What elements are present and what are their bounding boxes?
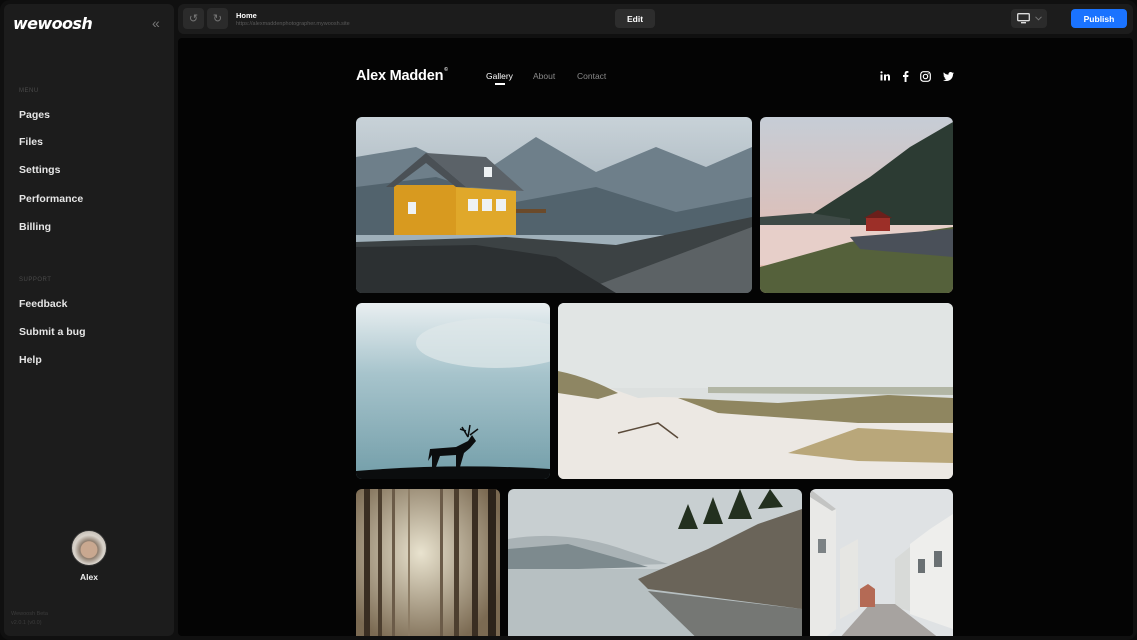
site-title-text: Alex Madden — [356, 68, 444, 84]
redo-button[interactable]: ↻ — [207, 8, 228, 29]
undo-button[interactable]: ↺ — [183, 8, 204, 29]
sidebar-item-feedback[interactable]: Feedback — [19, 298, 67, 310]
current-page-url[interactable]: https://alexmaddenphotographer.mywoosh.s… — [236, 21, 350, 27]
facebook-icon[interactable] — [899, 70, 911, 82]
gallery-photo-yellow-house[interactable] — [356, 117, 752, 293]
site-preview-canvas[interactable]: Alex Madden© Gallery About Contact — [178, 38, 1133, 636]
gallery-photo-red-cabin[interactable] — [760, 117, 953, 293]
gallery-photo-dunes[interactable] — [558, 303, 953, 479]
sidebar-item-submit-bug[interactable]: Submit a bug — [19, 326, 86, 338]
site-nav-contact[interactable]: Contact — [577, 71, 606, 81]
support-section-label: SUPPORT — [19, 277, 52, 283]
collapse-sidebar-icon[interactable]: « — [152, 16, 160, 30]
trademark-mark: © — [444, 67, 448, 73]
gallery-photo-forest[interactable] — [356, 489, 500, 636]
site-nav-gallery[interactable]: Gallery — [486, 71, 513, 81]
edit-button[interactable]: Edit — [615, 9, 655, 28]
sidebar-item-performance[interactable]: Performance — [19, 193, 83, 205]
user-name: Alex — [80, 572, 98, 582]
twitter-icon[interactable] — [942, 70, 954, 82]
active-nav-underline — [495, 83, 505, 85]
undo-icon: ↺ — [188, 13, 199, 25]
sidebar-item-settings[interactable]: Settings — [19, 164, 60, 176]
device-preview-select[interactable] — [1011, 9, 1047, 28]
top-bar: ↺ ↻ Home https://alexmaddenphotographer.… — [178, 4, 1133, 34]
gallery-photo-reindeer[interactable] — [356, 303, 550, 479]
gallery-photo-lake-cliff[interactable] — [508, 489, 802, 636]
current-page-name: Home — [236, 11, 257, 20]
app-window: wewoosh « MENU Pages Files Settings Perf… — [0, 0, 1137, 640]
redo-icon: ↻ — [212, 13, 223, 25]
app-logo[interactable]: wewoosh — [13, 14, 93, 33]
sidebar-item-help[interactable]: Help — [19, 354, 42, 366]
sidebar: wewoosh « MENU Pages Files Settings Perf… — [4, 4, 174, 636]
menu-section-label: MENU — [19, 88, 39, 94]
publish-button[interactable]: Publish — [1071, 9, 1127, 28]
sidebar-item-billing[interactable]: Billing — [19, 221, 51, 233]
sidebar-item-files[interactable]: Files — [19, 136, 43, 148]
version-name: Wewoosh Beta — [11, 611, 48, 617]
desktop-icon — [1017, 13, 1030, 24]
site-nav-about[interactable]: About — [533, 71, 555, 81]
avatar[interactable] — [71, 530, 107, 566]
linkedin-icon[interactable] — [879, 70, 891, 82]
sidebar-item-pages[interactable]: Pages — [19, 109, 50, 121]
chevron-down-icon — [1035, 16, 1042, 21]
gallery-photo-white-houses[interactable] — [810, 489, 953, 636]
version-number: v2.0.1 (v0.0) — [11, 620, 42, 626]
instagram-icon[interactable] — [919, 70, 931, 82]
site-title[interactable]: Alex Madden© — [356, 67, 448, 84]
